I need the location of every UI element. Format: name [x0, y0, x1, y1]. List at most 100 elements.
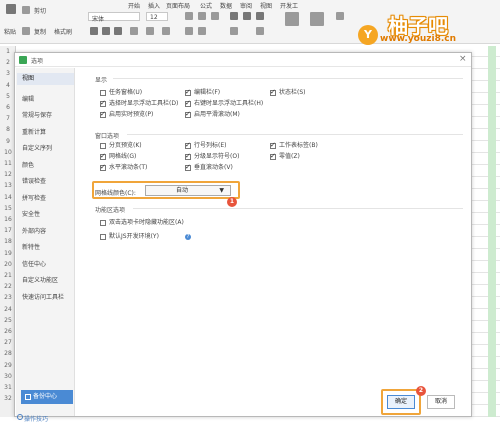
- checkbox-icon[interactable]: [185, 152, 191, 160]
- option-checkbox[interactable]: 垂直滚动条(V): [185, 163, 233, 173]
- checkbox-icon[interactable]: [270, 141, 276, 149]
- checkbox-icon[interactable]: [185, 99, 191, 107]
- sidebar-item[interactable]: 错误检查: [22, 176, 46, 185]
- option-checkbox[interactable]: 行号列标(E): [185, 141, 227, 151]
- align-left-icon[interactable]: [230, 12, 238, 20]
- align-bottom-icon[interactable]: [211, 12, 219, 20]
- help-icon[interactable]: ?: [185, 234, 191, 240]
- option-label: 水平滚动条(T): [109, 164, 148, 171]
- sidebar-item[interactable]: 拼写检查: [22, 193, 46, 202]
- font-color-icon[interactable]: [162, 27, 170, 35]
- sidebar-item[interactable]: 颜色: [22, 160, 34, 169]
- sidebar-item[interactable]: 视图: [17, 73, 74, 85]
- ok-button[interactable]: 确定: [387, 395, 415, 409]
- option-checkbox[interactable]: 启用平滑滚动(M): [185, 110, 240, 120]
- sidebar-item[interactable]: 重新计算: [22, 127, 46, 136]
- sidebar-item[interactable]: 编辑: [22, 94, 34, 103]
- option-checkbox[interactable]: 默认JS开发环境(Y): [100, 233, 159, 242]
- copy-label[interactable]: 复制: [34, 27, 46, 36]
- align-center-icon[interactable]: [243, 12, 251, 20]
- logo-url: www.youzi8.cn: [380, 34, 456, 44]
- italic-icon[interactable]: [102, 27, 110, 35]
- fill-color-icon[interactable]: [146, 27, 154, 35]
- indent-icon[interactable]: [185, 27, 193, 35]
- paste-icon[interactable]: [6, 4, 16, 14]
- tab-review[interactable]: 审阅: [240, 1, 252, 10]
- bold-icon[interactable]: [90, 27, 98, 35]
- checkbox-icon[interactable]: [100, 234, 106, 240]
- checkbox-icon[interactable]: [100, 220, 106, 226]
- option-checkbox[interactable]: 分页预览(K): [100, 142, 142, 151]
- checkbox-icon[interactable]: [100, 163, 106, 171]
- tab-page-layout[interactable]: 页面布局: [166, 1, 190, 10]
- option-label: 行号列标(E): [194, 142, 227, 149]
- tab-data[interactable]: 数据: [220, 1, 232, 10]
- underline-icon[interactable]: [114, 27, 122, 35]
- step-badge-2: 2: [416, 386, 426, 396]
- tab-insert[interactable]: 插入: [148, 1, 160, 10]
- tab-formulas[interactable]: 公式: [200, 1, 212, 10]
- checkbox-icon[interactable]: [270, 88, 276, 96]
- checkbox-icon[interactable]: [100, 99, 106, 107]
- tab-view[interactable]: 视图: [260, 1, 272, 10]
- option-checkbox[interactable]: 分级显示符号(O): [185, 152, 239, 162]
- checkbox-icon[interactable]: [100, 143, 106, 149]
- align-top-icon[interactable]: [185, 12, 193, 20]
- sidebar-item[interactable]: 安全性: [22, 209, 40, 218]
- close-icon[interactable]: ×: [459, 54, 467, 64]
- sidebar-item[interactable]: 信任中心: [22, 259, 46, 268]
- option-checkbox[interactable]: 选择时显示浮动工具栏(D): [100, 99, 178, 109]
- sort-icon[interactable]: [336, 12, 344, 20]
- copy-icon[interactable]: [22, 27, 30, 35]
- cut-icon[interactable]: [22, 6, 30, 14]
- checkbox-icon[interactable]: [270, 152, 276, 160]
- option-checkbox[interactable]: 水平滚动条(T): [100, 163, 148, 173]
- align-middle-icon[interactable]: [198, 12, 206, 20]
- option-checkbox[interactable]: 零值(Z): [270, 152, 300, 162]
- option-checkbox[interactable]: 网格线(G): [100, 152, 136, 162]
- grid-color-select[interactable]: 自动 ▼: [145, 185, 231, 196]
- sidebar-item[interactable]: 自定义功能区: [22, 275, 58, 284]
- tab-developer[interactable]: 开发工: [280, 1, 298, 10]
- border-icon[interactable]: [130, 27, 138, 35]
- backup-icon: [25, 394, 31, 400]
- font-size-select[interactable]: 12: [146, 12, 168, 21]
- font-name-select[interactable]: 宋体: [88, 12, 140, 23]
- sidebar-item[interactable]: 快速访问工具栏: [22, 292, 64, 301]
- align-right-icon[interactable]: [256, 12, 264, 20]
- checkbox-icon[interactable]: [100, 152, 106, 160]
- option-checkbox[interactable]: 状态栏(S): [270, 88, 306, 98]
- checkbox-icon[interactable]: [185, 88, 191, 96]
- backup-center-label: 备份中心: [33, 393, 58, 400]
- option-checkbox[interactable]: 任务窗格(U): [100, 89, 142, 98]
- checkbox-icon[interactable]: [100, 90, 106, 96]
- dialog-titlebar: 选项 ×: [15, 53, 471, 67]
- wrap-text-icon[interactable]: [256, 27, 264, 35]
- checkbox-icon[interactable]: [185, 163, 191, 171]
- option-checkbox[interactable]: 双击选项卡时隐藏功能区(A): [100, 219, 184, 228]
- tab-home[interactable]: 开始: [128, 1, 140, 10]
- merge-center-icon[interactable]: [230, 27, 238, 35]
- outdent-icon[interactable]: [198, 27, 206, 35]
- checkbox-icon[interactable]: [185, 110, 191, 118]
- sidebar-item[interactable]: 自定义序列: [22, 143, 52, 152]
- number-format-icon[interactable]: [285, 12, 299, 26]
- sidebar-item[interactable]: 外部内容: [22, 226, 46, 235]
- format-painter-label[interactable]: 格式刷: [54, 27, 72, 36]
- option-checkbox[interactable]: 右键时显示浮动工具栏(H): [185, 99, 263, 109]
- checkbox-icon[interactable]: [185, 141, 191, 149]
- cut-label[interactable]: 剪切: [34, 6, 46, 15]
- sidebar-item[interactable]: 新特性: [22, 242, 40, 251]
- backup-center-button[interactable]: 备份中心: [21, 390, 73, 404]
- checkbox-icon[interactable]: [100, 110, 106, 118]
- cancel-button[interactable]: 取消: [427, 395, 455, 409]
- window-divider: [127, 134, 463, 135]
- paste-label[interactable]: 粘贴: [4, 27, 16, 36]
- conditional-format-icon[interactable]: [310, 12, 324, 26]
- option-checkbox[interactable]: 编辑栏(F): [185, 88, 220, 98]
- option-checkbox[interactable]: 启用实时预览(P): [100, 110, 153, 120]
- option-label: 分页预览(K): [109, 142, 142, 149]
- tips-link[interactable]: 操作技巧: [24, 414, 48, 423]
- sidebar-item[interactable]: 常规与保存: [22, 110, 52, 119]
- option-checkbox[interactable]: 工作表标签(B): [270, 141, 318, 151]
